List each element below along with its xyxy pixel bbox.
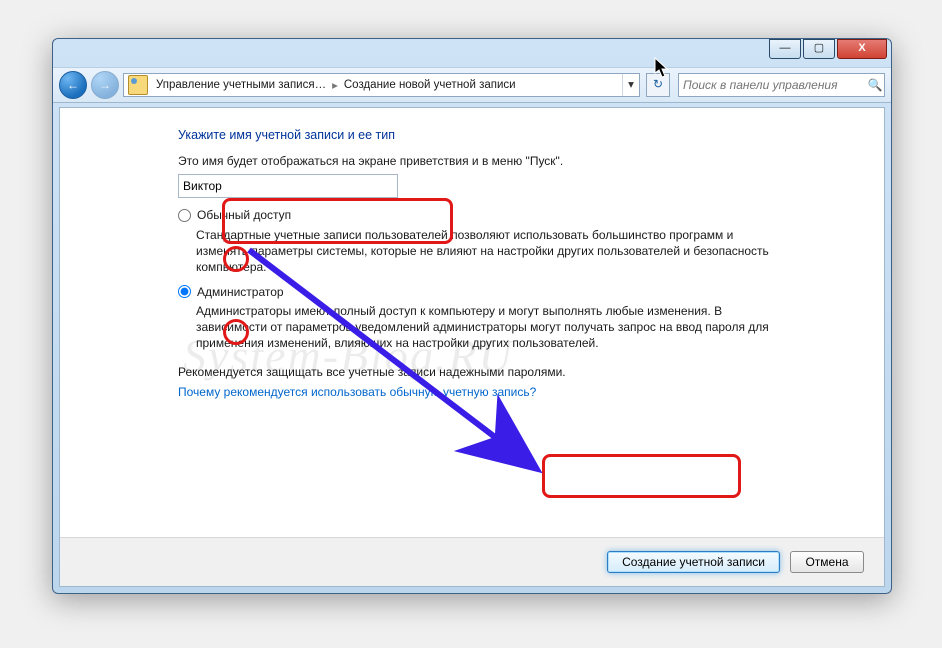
maximize-button[interactable]: ▢ [803, 39, 835, 59]
title-bar: — ▢ X [53, 39, 891, 67]
cancel-button[interactable]: Отмена [790, 551, 864, 573]
option-admin: Администратор Администраторы имеют полны… [178, 285, 854, 352]
user-accounts-icon [128, 75, 148, 95]
standard-label-text: Обычный доступ [197, 208, 291, 222]
minimize-button[interactable]: — [769, 39, 801, 59]
footer-bar: Создание учетной записи Отмена [60, 537, 884, 586]
search-icon: 🔍 [866, 78, 884, 92]
search-box[interactable]: 🔍 [678, 73, 885, 97]
navigation-toolbar: ← → Управление учетными запися… ▸ Создан… [53, 67, 891, 103]
breadcrumb-seg-1[interactable]: Управление учетными запися… [152, 79, 330, 91]
admin-radio[interactable] [178, 285, 191, 298]
close-button[interactable]: X [837, 39, 887, 59]
recommendation-text: Рекомендуется защищать все учетные запис… [178, 365, 854, 379]
breadcrumb-seg-2[interactable]: Создание новой учетной записи [340, 79, 520, 91]
forward-button[interactable]: → [91, 71, 119, 99]
standard-desc: Стандартные учетные записи пользователей… [196, 227, 776, 275]
admin-label-text: Администратор [197, 285, 284, 299]
page-heading: Укажите имя учетной записи и ее тип [178, 128, 854, 142]
back-button[interactable]: ← [59, 71, 87, 99]
address-dropdown-icon[interactable]: ▾ [622, 74, 639, 96]
create-account-button[interactable]: Создание учетной записи [607, 551, 780, 573]
name-description: Это имя будет отображаться на экране при… [178, 154, 854, 168]
content-pane: Укажите имя учетной записи и ее тип Это … [60, 108, 884, 399]
why-standard-link[interactable]: Почему рекомендуется использовать обычну… [178, 385, 536, 399]
admin-desc: Администраторы имеют полный доступ к ком… [196, 303, 776, 351]
standard-radio[interactable] [178, 209, 191, 222]
account-name-input[interactable] [178, 174, 398, 198]
refresh-button[interactable]: ↻ [646, 73, 670, 97]
breadcrumb-sep-icon: ▸ [330, 78, 340, 92]
client-area: Укажите имя учетной записи и ее тип Это … [59, 107, 885, 587]
option-standard: Обычный доступ Стандартные учетные запис… [178, 208, 854, 275]
control-panel-window: — ▢ X ← → Управление учетными запися… ▸ … [52, 38, 892, 594]
search-input[interactable] [679, 78, 866, 92]
address-bar[interactable]: Управление учетными запися… ▸ Создание н… [123, 73, 640, 97]
standard-radio-label[interactable]: Обычный доступ [178, 208, 291, 222]
admin-radio-label[interactable]: Администратор [178, 285, 284, 299]
